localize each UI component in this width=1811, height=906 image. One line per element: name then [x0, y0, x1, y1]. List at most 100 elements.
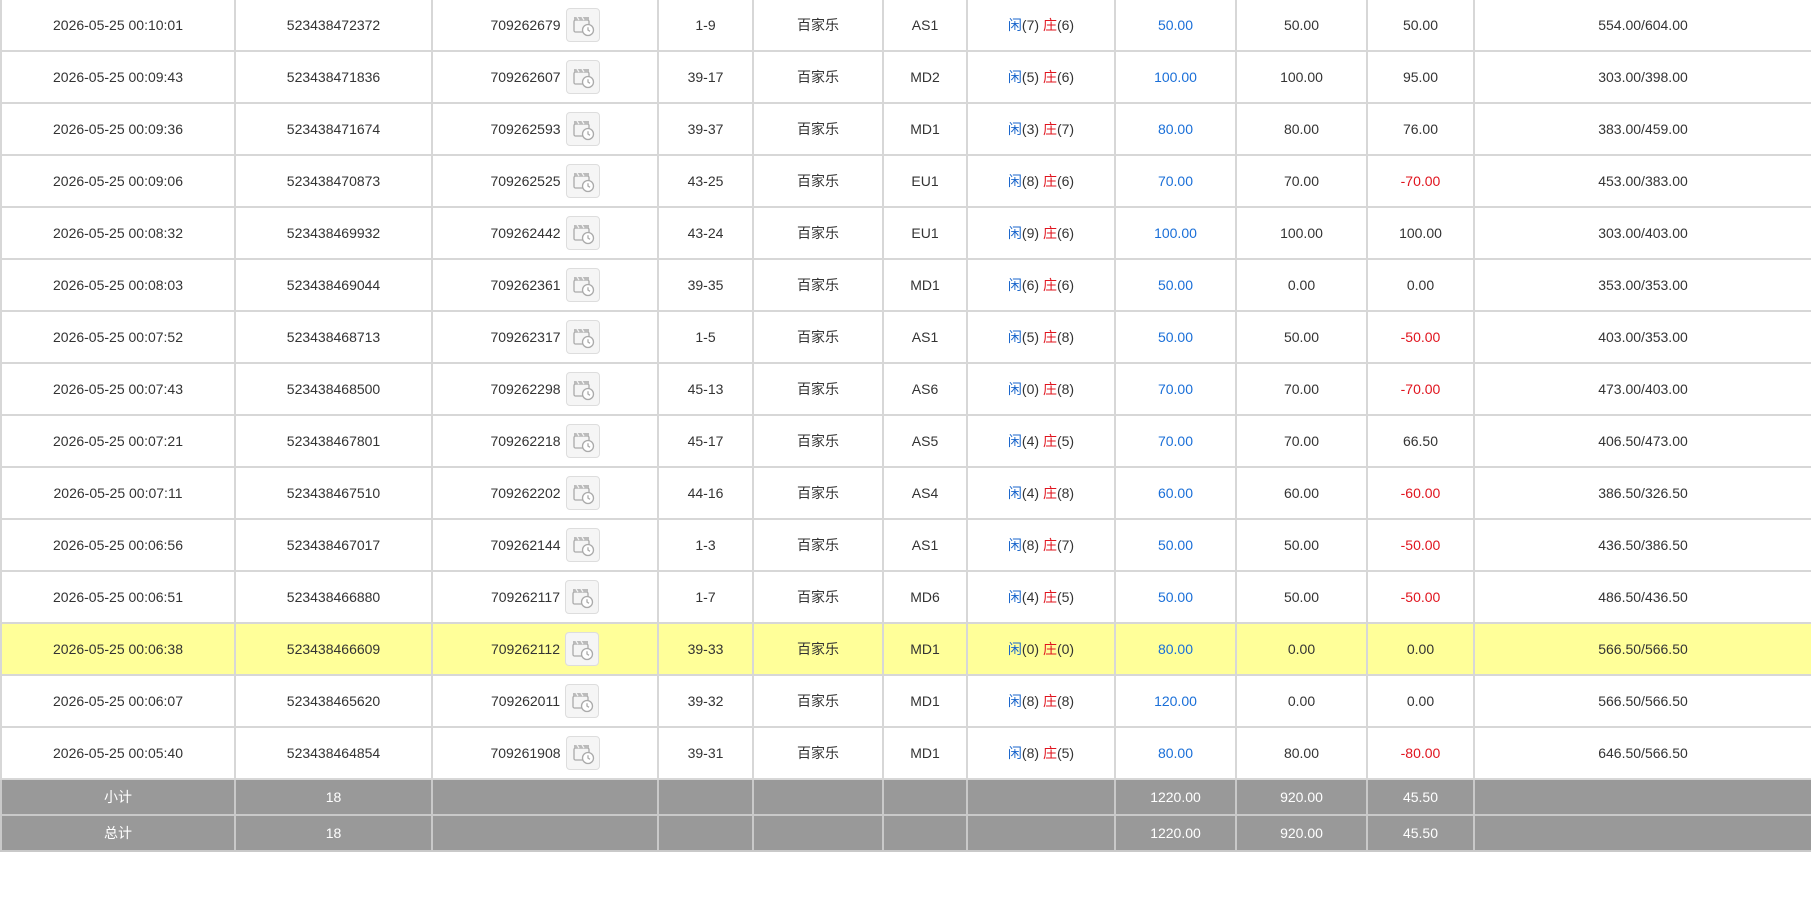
- valid-amount: 50.00: [1283, 537, 1320, 553]
- game-type: 百家乐: [797, 277, 839, 293]
- balance-before-after: 554.00/604.00: [1598, 17, 1688, 33]
- table-code: AS1: [911, 537, 939, 553]
- video-replay-icon[interactable]: [565, 684, 600, 718]
- valid-amount-cell: 60.00: [1235, 466, 1368, 520]
- win-loss-cell: 0.00: [1366, 674, 1475, 728]
- table-code: EU1: [911, 225, 939, 241]
- shoe-round: 39-31: [687, 745, 724, 761]
- valid-amount: 50.00: [1283, 17, 1320, 33]
- table-row: 2026-05-25 00:07:11 523438467510 7092622…: [0, 466, 1811, 520]
- player-label: 闲: [1007, 485, 1022, 501]
- game-id-cell: 709262317: [431, 310, 659, 364]
- banker-label: 庄: [1042, 277, 1057, 293]
- game-id-cell: 709262679: [431, 0, 659, 52]
- result-cell: 闲(0) 庄(0): [966, 622, 1116, 676]
- bet-time: 2026-05-25 00:05:40: [53, 745, 183, 761]
- valid-amount: 100.00: [1280, 69, 1323, 85]
- balance-before-after: 303.00/403.00: [1598, 225, 1688, 241]
- game-id-cell: 709262218: [431, 414, 659, 468]
- shoe-round: 39-17: [687, 69, 724, 85]
- video-replay-icon[interactable]: [565, 736, 600, 770]
- banker-point: (6): [1056, 17, 1075, 33]
- video-replay-icon[interactable]: [565, 476, 600, 510]
- valid-amount-cell: 0.00: [1235, 674, 1368, 728]
- player-point: (8): [1021, 173, 1040, 189]
- game-type: 百家乐: [797, 69, 839, 85]
- balance-cell: 353.00/353.00: [1473, 258, 1811, 312]
- result-cell: 闲(4) 庄(5): [966, 570, 1116, 624]
- bet-amount-cell: 70.00: [1114, 414, 1237, 468]
- summary-win-total: 45.50: [1366, 778, 1475, 816]
- banker-label: 庄: [1042, 329, 1057, 345]
- valid-amount-cell: 50.00: [1235, 570, 1368, 624]
- table-row: 2026-05-25 00:07:43 523438468500 7092622…: [0, 362, 1811, 416]
- bet-id: 523438472372: [286, 17, 381, 33]
- game-type-cell: 百家乐: [752, 414, 884, 468]
- game-type: 百家乐: [797, 329, 839, 345]
- balance-before-after: 383.00/459.00: [1598, 121, 1688, 137]
- bet-amount-cell: 50.00: [1114, 518, 1237, 572]
- game-type: 百家乐: [797, 121, 839, 137]
- banker-point: (8): [1056, 693, 1075, 709]
- result-cell: 闲(5) 庄(6): [966, 50, 1116, 104]
- bet-amount: 50.00: [1157, 329, 1194, 345]
- bet-id-cell: 523438472372: [234, 0, 433, 52]
- video-replay-icon[interactable]: [565, 320, 600, 354]
- table-code-cell: MD1: [882, 622, 968, 676]
- win-loss: -70.00: [1400, 381, 1441, 397]
- win-loss-cell: -80.00: [1366, 726, 1475, 780]
- player-label: 闲: [1007, 173, 1022, 189]
- video-replay-icon[interactable]: [565, 216, 600, 250]
- banker-label: 庄: [1042, 433, 1057, 449]
- bet-time: 2026-05-25 00:09:36: [53, 121, 183, 137]
- win-loss-cell: -50.00: [1366, 570, 1475, 624]
- bet-id-cell: 523438467510: [234, 466, 433, 520]
- player-point: (4): [1021, 589, 1040, 605]
- game-type-cell: 百家乐: [752, 206, 884, 260]
- game-type-cell: 百家乐: [752, 570, 884, 624]
- video-replay-icon[interactable]: [565, 164, 600, 198]
- summary-empty: [657, 778, 754, 816]
- video-replay-icon[interactable]: [565, 60, 600, 94]
- table-code-cell: AS5: [882, 414, 968, 468]
- shoe-round-cell: 39-35: [657, 258, 754, 312]
- banker-point: (6): [1056, 277, 1075, 293]
- bet-amount-cell: 70.00: [1114, 154, 1237, 208]
- table-code: MD1: [910, 693, 940, 709]
- game-id-cell: 709262361: [431, 258, 659, 312]
- bet-id: 523438464854: [286, 745, 381, 761]
- player-label: 闲: [1007, 433, 1022, 449]
- shoe-round-cell: 1-9: [657, 0, 754, 52]
- video-replay-icon[interactable]: [565, 8, 600, 42]
- banker-label: 庄: [1042, 485, 1057, 501]
- video-replay-icon[interactable]: [565, 424, 600, 458]
- video-replay-icon[interactable]: [565, 268, 600, 302]
- table-code-cell: MD1: [882, 726, 968, 780]
- banker-point: (0): [1056, 641, 1075, 657]
- player-label: 闲: [1007, 69, 1022, 85]
- game-id: 709262679: [490, 17, 561, 33]
- bet-time: 2026-05-25 00:07:21: [53, 433, 183, 449]
- bet-time: 2026-05-25 00:08:32: [53, 225, 183, 241]
- video-replay-icon[interactable]: [565, 372, 600, 406]
- shoe-round-cell: 45-17: [657, 414, 754, 468]
- bet-time: 2026-05-25 00:07:43: [53, 381, 183, 397]
- video-replay-icon[interactable]: [565, 632, 600, 666]
- bet-amount: 70.00: [1157, 381, 1194, 397]
- game-type: 百家乐: [797, 641, 839, 657]
- shoe-round-cell: 43-25: [657, 154, 754, 208]
- win-loss-cell: 95.00: [1366, 50, 1475, 104]
- shoe-round-cell: 44-16: [657, 466, 754, 520]
- shoe-round: 1-5: [695, 329, 716, 345]
- table-code: MD1: [910, 641, 940, 657]
- bet-time-cell: 2026-05-25 00:09:43: [0, 50, 236, 104]
- game-id-cell: 709261908: [431, 726, 659, 780]
- win-loss: -50.00: [1400, 537, 1441, 553]
- bet-id: 523438470873: [286, 173, 381, 189]
- player-label: 闲: [1007, 589, 1022, 605]
- video-replay-icon[interactable]: [565, 528, 600, 562]
- bet-amount: 80.00: [1157, 121, 1194, 137]
- game-type-cell: 百家乐: [752, 50, 884, 104]
- video-replay-icon[interactable]: [565, 112, 600, 146]
- video-replay-icon[interactable]: [565, 580, 600, 614]
